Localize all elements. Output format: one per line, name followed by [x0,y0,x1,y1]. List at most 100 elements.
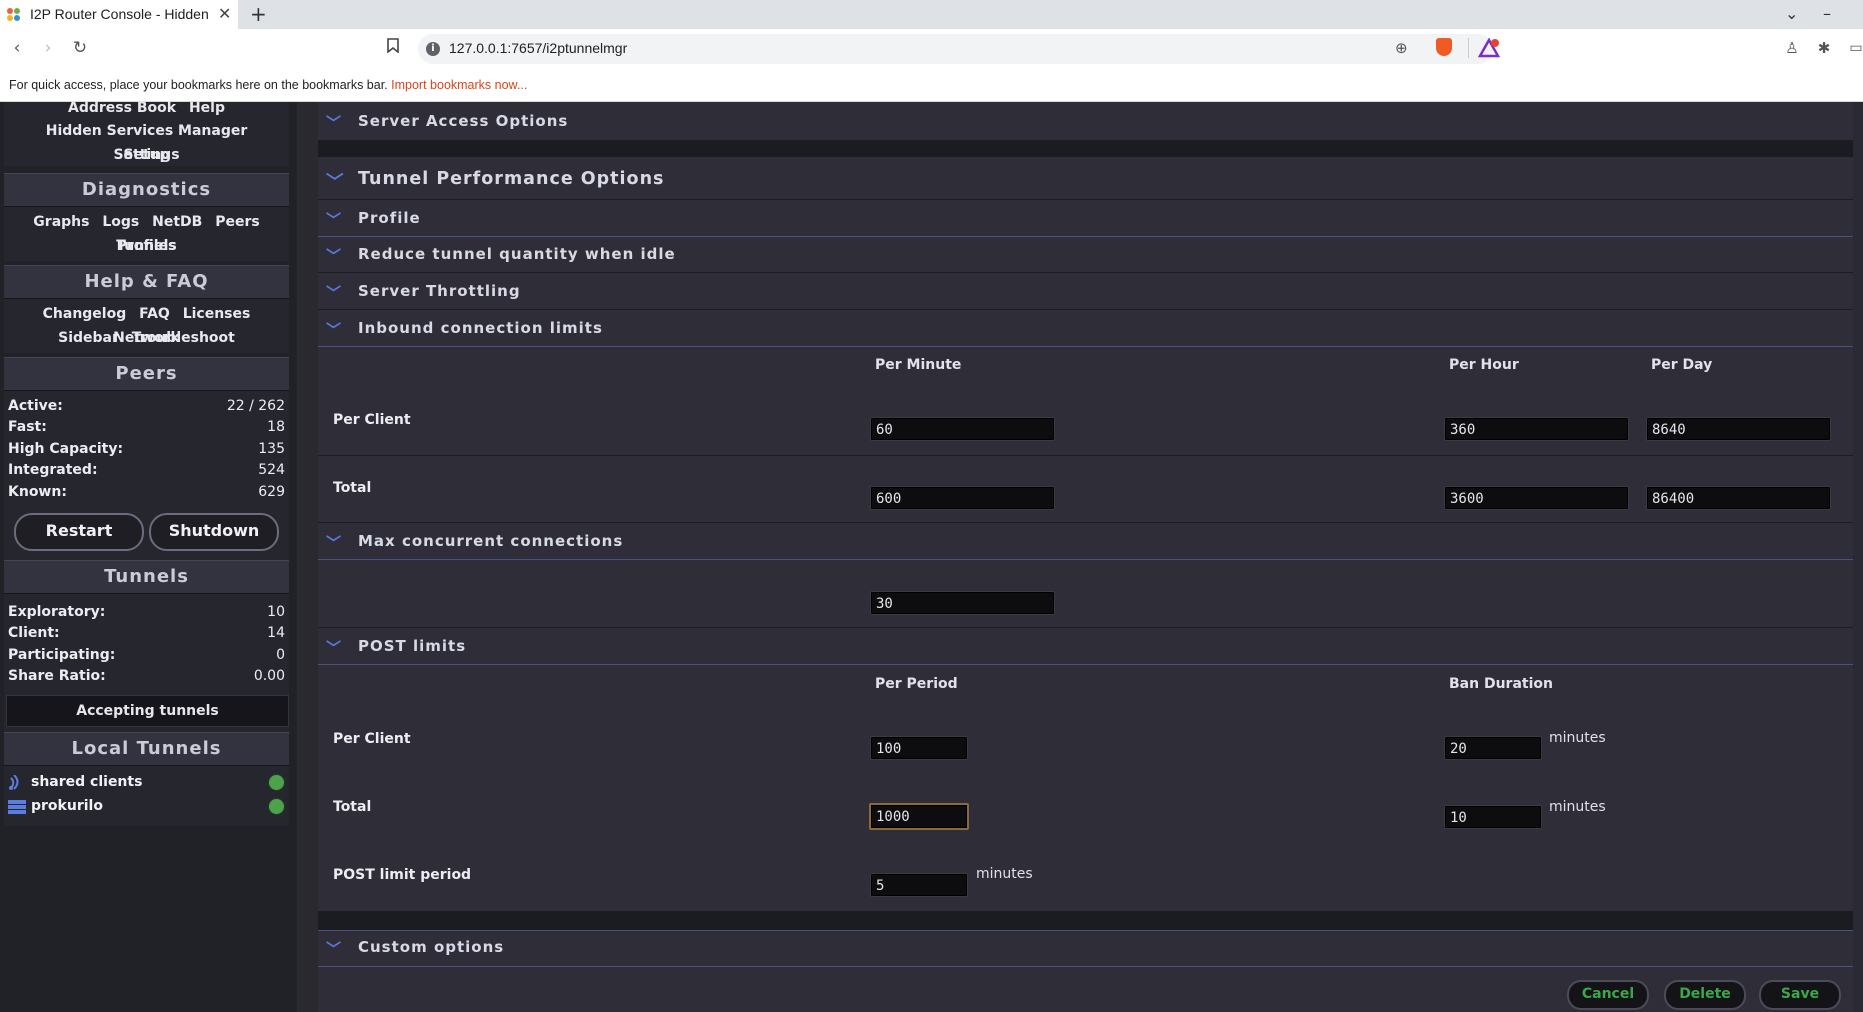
bookmark-icon[interactable] [382,37,404,59]
stat-participating: Participating: 0 [8,647,285,668]
total-per-hour-input[interactable]: 3600 [1444,486,1629,510]
reload-icon[interactable]: ↻ [69,37,91,59]
cancel-button[interactable]: Cancel [1567,980,1649,1010]
shutdown-button[interactable]: Shutdown [149,513,279,551]
col-per-period: Per Period [875,676,958,692]
url-text[interactable]: 127.0.0.1:7657/i2ptunnelmgr [449,40,627,56]
local-tunnel-item[interactable]: shared clients [6,772,287,794]
accepting-tunnels-status: Accepting tunnels [6,695,289,727]
chevron-down-icon[interactable]: ﹀ [326,637,342,658]
local-tunnel-name[interactable]: prokurilo [31,798,103,814]
post-per-client-period-input[interactable]: 100 [870,736,968,760]
link-peers[interactable]: Peers [215,214,260,230]
col-per-hour: Per Hour [1449,357,1519,373]
profile-icon[interactable]: ♙ [1781,37,1803,59]
brave-rewards-icon[interactable] [1477,37,1501,62]
section-title: POST limits [358,637,467,655]
server-tunnel-icon [8,799,26,815]
post-limit-period-label: POST limit period [333,867,472,883]
status-running-icon [269,775,284,790]
zoom-icon[interactable]: ⊕ [1395,39,1408,57]
stat-exploratory: Exploratory: 10 [8,604,285,625]
help-links-row2: Sidebar Troubleshoot [4,326,289,350]
wallet-icon[interactable]: ▭ [1845,37,1863,59]
stat-value: 135 [258,441,285,457]
stat-client: Client: 14 [8,625,285,646]
new-tab-button[interactable]: + [250,2,267,26]
browser-tab[interactable]: I2P Router Console - Hidden Services Man… [0,0,238,29]
chevron-down-icon[interactable]: ﹀ [326,209,342,230]
section-title: Tunnel Performance Options [358,169,665,189]
link-hidden-services-manager[interactable]: Hidden Services Manager [46,123,248,139]
local-tunnel-name[interactable]: shared clients [31,774,142,790]
link-licenses[interactable]: Licenses [183,306,251,322]
section-title: Inbound connection limits [358,319,603,337]
bookmarks-hint: For quick access, place your bookmarks h… [9,78,527,92]
per-client-per-day-input[interactable]: 8640 [1646,417,1831,441]
link-help[interactable]: Help [189,100,225,116]
minimize-icon[interactable]: – [1823,4,1831,23]
peers-heading: Peers [4,357,289,391]
chevron-down-icon[interactable]: ﹀ [326,532,342,553]
link-tunnels[interactable]: Tunnels [116,238,177,254]
post-per-client-ban-input[interactable]: 20 [1444,736,1542,760]
section-title: Max concurrent connections [358,532,624,550]
back-icon[interactable]: ‹ [6,37,28,59]
chevron-down-icon[interactable]: ﹀ [326,938,342,959]
address-bar[interactable]: i 127.0.0.1:7657/i2ptunnelmgr ⊕ [418,34,1501,64]
status-running-icon [269,799,284,814]
link-faq[interactable]: FAQ [139,306,170,322]
col-per-day: Per Day [1651,357,1713,373]
divider [318,236,1853,237]
divider [1468,38,1469,58]
extensions-icon[interactable]: ✱ [1813,37,1835,59]
tunnels-heading: Tunnels [4,560,289,594]
divider [318,930,1853,931]
chevron-down-icon[interactable]: ﹀ [326,245,342,266]
chevron-down-icon[interactable]: ﹀ [326,112,342,133]
stat-known: Known: 629 [8,484,285,505]
max-concurrent-input[interactable]: 30 [870,591,1055,615]
link-address-book[interactable]: Address Book [68,100,176,116]
stat-integrated: Integrated: 524 [8,462,285,483]
help-faq-heading: Help & FAQ [4,265,289,299]
total-per-day-input[interactable]: 86400 [1646,486,1831,510]
link-troubleshoot[interactable]: Troubleshoot [132,330,235,346]
tunnel-edit-form: ﹀ Server Access Options ﹀ Tunnel Perform… [318,102,1853,1012]
diagnostics-heading: Diagnostics [4,173,289,207]
link-setup[interactable]: Setup [123,147,169,163]
section-title: Custom options [358,938,505,956]
import-bookmarks-link[interactable]: Import bookmarks now... [391,78,527,92]
chevron-down-icon[interactable]: ﹀ [326,169,345,194]
forward-icon[interactable]: › [37,37,59,59]
delete-button[interactable]: Delete [1664,980,1746,1010]
link-graphs[interactable]: Graphs [33,214,89,230]
sidebar-gutter [297,102,318,1012]
divider [318,627,1853,628]
link-changelog[interactable]: Changelog [43,306,127,322]
chevron-down-icon[interactable]: ﹀ [326,319,342,340]
per-client-per-hour-input[interactable]: 360 [1444,417,1629,441]
post-total-ban-input[interactable]: 10 [1444,805,1542,829]
stat-value: 10 [267,604,285,620]
post-total-period-input[interactable]: 1000 [869,803,969,830]
save-button[interactable]: Save [1759,980,1841,1010]
stat-high-capacity: High Capacity: 135 [8,441,285,462]
link-logs[interactable]: Logs [102,214,139,230]
link-sidebar[interactable]: Sidebar [58,330,119,346]
tab-title: I2P Router Console - Hidden Services Man… [30,6,210,22]
local-tunnel-item[interactable]: prokurilo [6,796,287,818]
total-per-minute-input[interactable]: 600 [870,486,1055,510]
stat-label: Fast: [8,419,47,435]
browser-tab-bar: I2P Router Console - Hidden Services Man… [0,0,1863,29]
chevron-down-icon[interactable]: ﹀ [326,282,342,303]
tab-search-chevron-icon[interactable]: ⌄ [1785,4,1798,23]
per-client-per-minute-input[interactable]: 60 [870,417,1055,441]
post-limit-period-input[interactable]: 5 [870,873,968,897]
brave-shield-icon[interactable] [1436,38,1452,56]
restart-button[interactable]: Restart [14,513,144,551]
link-netdb[interactable]: NetDB [152,214,202,230]
minutes-unit: minutes [1549,730,1606,746]
tab-close-icon[interactable]: ✕ [218,4,231,24]
site-info-icon[interactable]: i [426,42,440,56]
